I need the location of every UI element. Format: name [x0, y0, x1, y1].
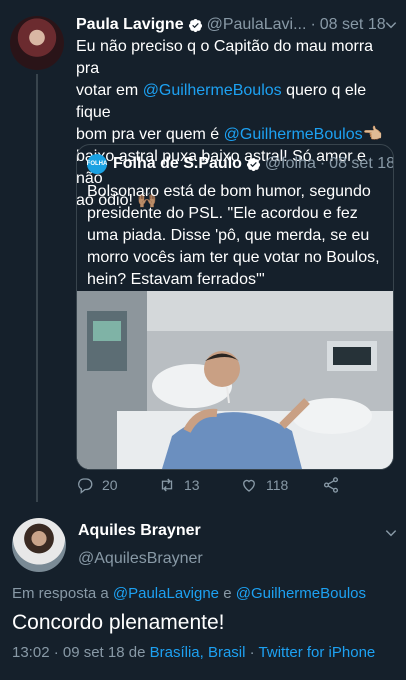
mention-link[interactable]: @GuilhermeBoulos — [143, 82, 282, 99]
separator: · — [310, 16, 316, 33]
client-link[interactable]: Twitter for iPhone — [259, 644, 376, 661]
tweet-meta: 13:02 · 09 set 18 de Brasília, Brasil · … — [12, 644, 376, 661]
like-count: 118 — [266, 477, 289, 493]
tweet-actions-bar: 20 13 118 — [76, 476, 346, 500]
reply-icon — [78, 478, 93, 494]
mention-link[interactable]: @GuilhermeBoulos — [224, 126, 363, 143]
quoted-author-name: Folha de S.Paulo — [113, 155, 242, 172]
tweet-date[interactable]: 08 set 18 — [320, 16, 386, 34]
location-link[interactable]: Brasília, Brasil — [150, 644, 246, 661]
pointing-hand-emoji: 👈🏼 — [362, 126, 383, 143]
reply-text: Concordo plenamente! — [12, 611, 225, 634]
folha-logo-avatar: FOLHA — [87, 154, 107, 174]
retweet-icon — [161, 478, 173, 492]
author-name[interactable]: Paula Lavigne — [76, 16, 184, 34]
separator: · — [319, 155, 326, 172]
reply-count: 20 — [102, 477, 118, 493]
quoted-date: 08 set 18 — [329, 155, 394, 172]
retweet-button[interactable]: 13 — [158, 476, 200, 494]
reply-author-handle[interactable]: @AquilesBrayner — [78, 550, 203, 568]
share-button[interactable] — [322, 476, 348, 494]
reply-button[interactable]: 20 — [76, 476, 118, 494]
verified-badge-icon — [246, 157, 260, 171]
tweet-line: votar em @GuilhermeBoulos quero q ele fi… — [76, 82, 367, 121]
chevron-down-icon[interactable] — [384, 18, 398, 32]
mention-link[interactable]: @PaulaLavigne — [113, 585, 219, 602]
quoted-line: uma piada. Disse 'pô, que merda, se eu — [87, 227, 370, 244]
quoted-author-handle: @folha — [264, 155, 316, 172]
tweet-line: Eu não preciso q o Capitão do mau morra … — [76, 38, 374, 77]
chevron-down-icon[interactable] — [384, 526, 398, 540]
tweet-line: bom pra ver quem é @GuilhermeBoulos👈🏼 — [76, 126, 383, 143]
like-button[interactable]: 118 — [240, 476, 288, 494]
share-icon — [323, 477, 339, 493]
tweet-header: Paula Lavigne @PaulaLavi... · 08 set 18 — [76, 14, 402, 36]
quoted-line: Bolsonaro está de bom humor, segundo — [87, 183, 371, 200]
retweet-count: 13 — [184, 477, 200, 493]
timestamp[interactable]: 13:02 · 09 set 18 de — [12, 644, 150, 661]
mention-link[interactable]: @GuilhermeBoulos — [236, 585, 366, 602]
quoted-photo[interactable] — [77, 291, 393, 469]
in-reply-to: Em resposta a @PaulaLavigne e @Guilherme… — [12, 585, 367, 602]
verified-badge-icon — [188, 18, 202, 32]
avatar[interactable] — [10, 16, 64, 70]
thread-connector-line — [36, 74, 38, 502]
reply-header: Aquiles Brayner — [78, 522, 201, 540]
quoted-line: presidente do PSL. "Ele acordou e fez — [87, 205, 358, 222]
reply-author-name[interactable]: Aquiles Brayner — [78, 522, 201, 539]
like-icon — [243, 479, 255, 492]
author-handle[interactable]: @PaulaLavi... — [207, 16, 307, 34]
quoted-header: FOLHA Folha de S.Paulo @folha · 08 set 1… — [87, 153, 394, 175]
quoted-tweet-card[interactable]: FOLHA Folha de S.Paulo @folha · 08 set 1… — [76, 144, 394, 470]
avatar[interactable] — [12, 518, 66, 572]
hospital-photo-illustration — [77, 291, 393, 469]
quoted-line: morro vocês iam ter que votar no Boulos, — [87, 249, 380, 266]
